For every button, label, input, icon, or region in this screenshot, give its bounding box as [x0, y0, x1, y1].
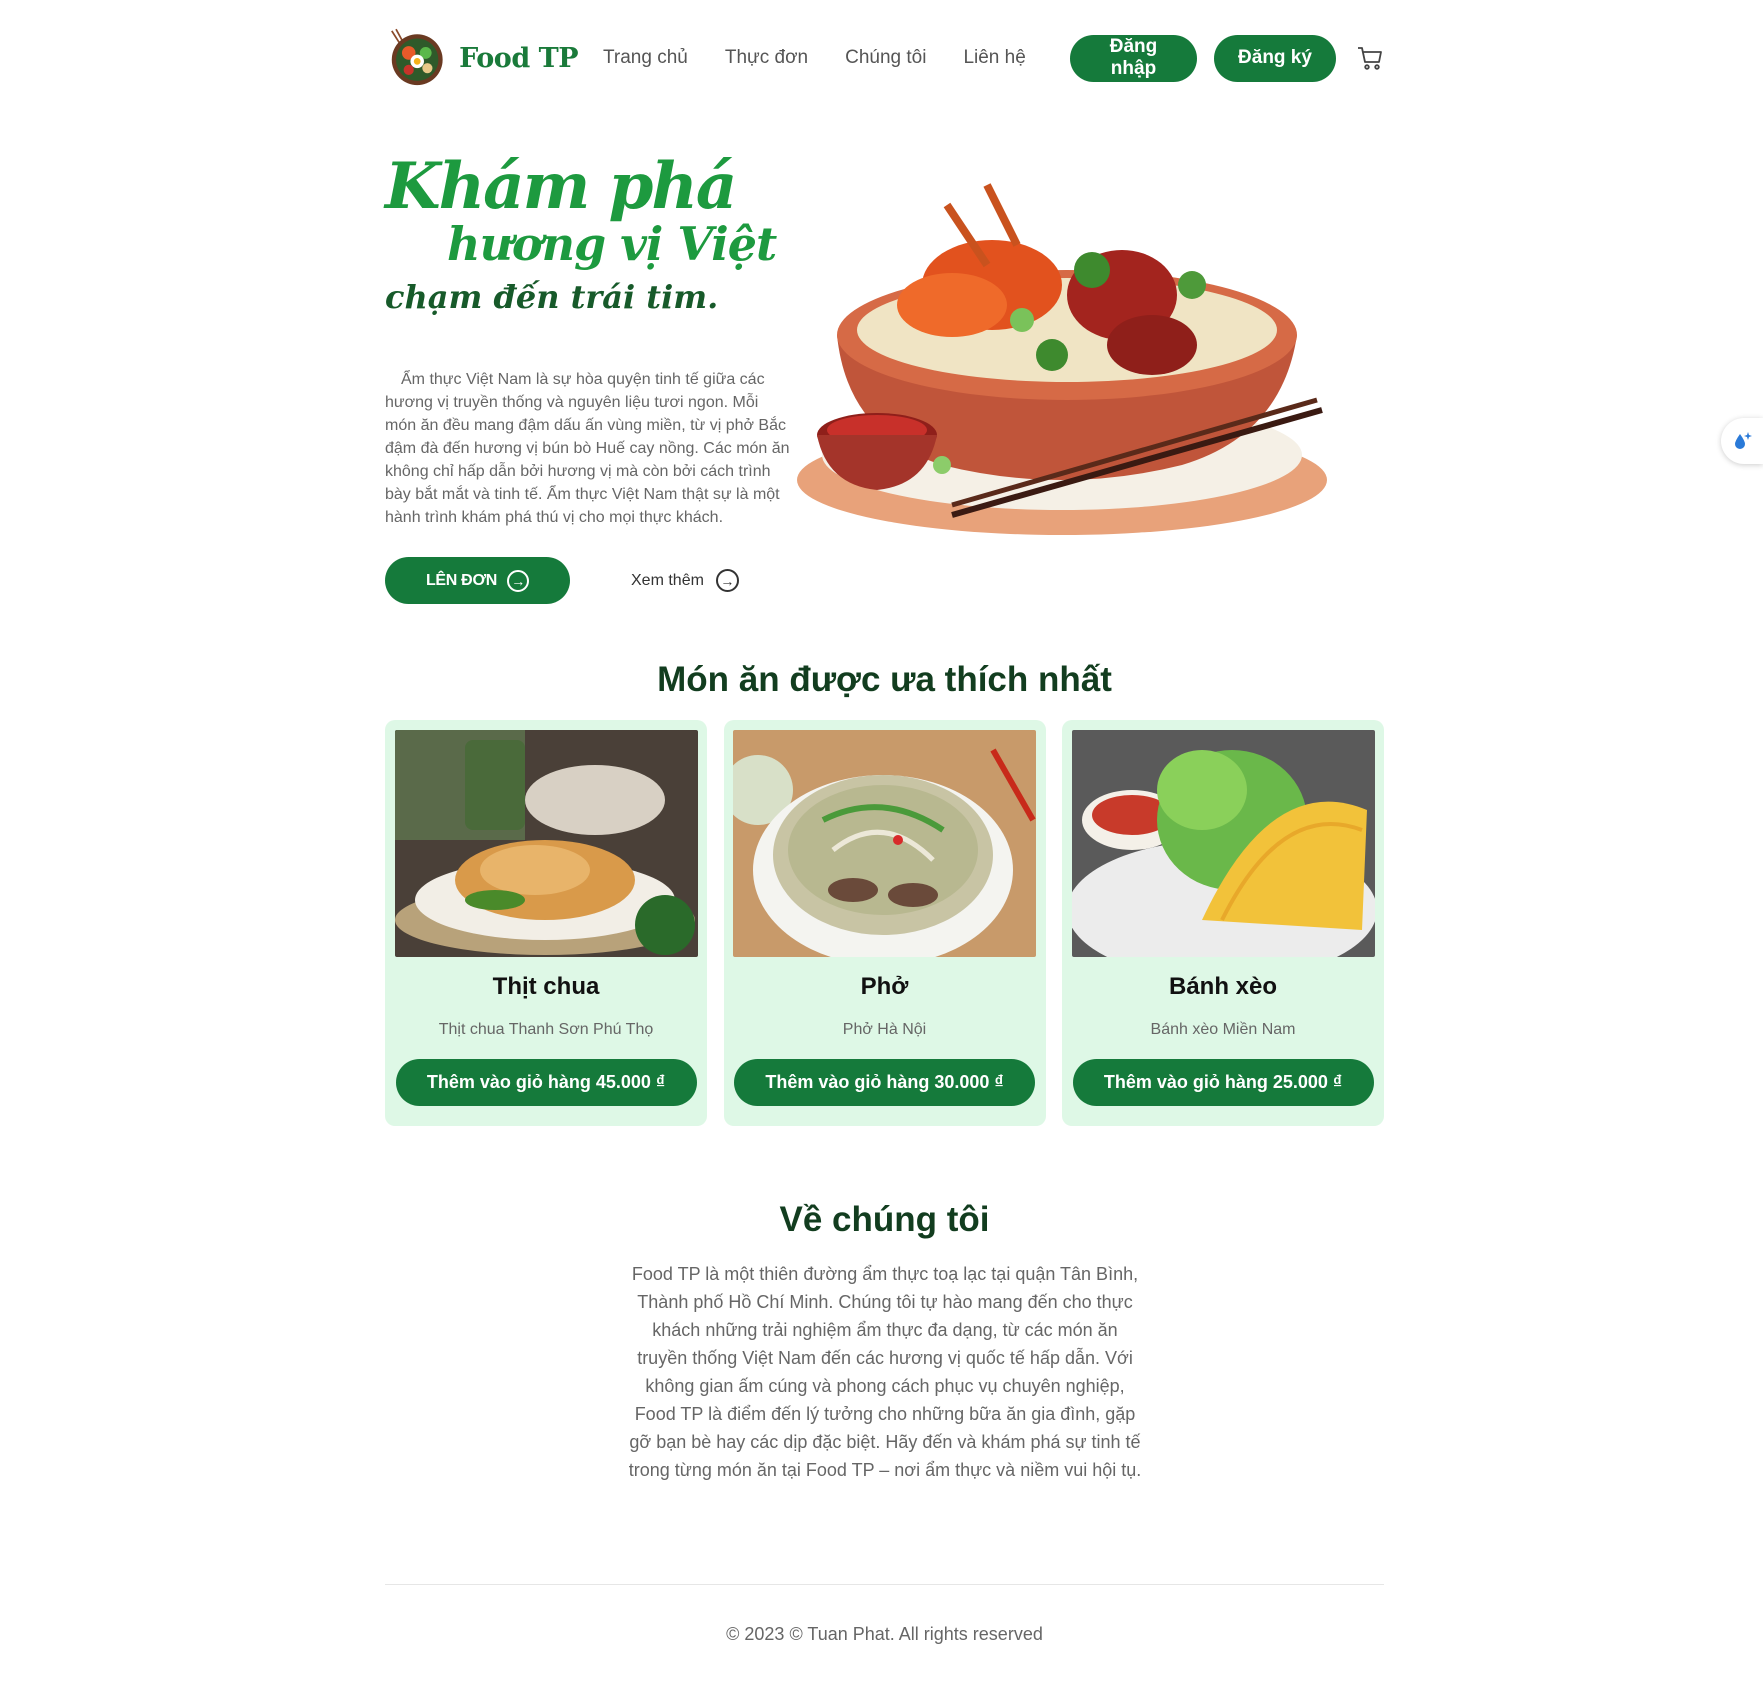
popular-dishes: Thịt chua Thịt chua Thanh Sơn Phú Thọ Th… — [385, 720, 1384, 1126]
dish-card: Bánh xèo Bánh xèo Miền Nam Thêm vào giỏ … — [1062, 720, 1384, 1126]
auth-buttons: Đăng nhập Đăng ký — [1070, 34, 1384, 82]
sparkle-drop-icon — [1735, 432, 1752, 449]
order-button[interactable]: LÊN ĐƠN → — [385, 557, 570, 604]
add-to-cart-label: Thêm vào giỏ hàng — [765, 1072, 930, 1092]
dish-description: Thịt chua Thanh Sơn Phú Thọ — [438, 1021, 654, 1038]
dish-price: 45.000 ₫ — [595, 1072, 666, 1092]
dish-price: 30.000 ₫ — [934, 1072, 1004, 1092]
hero-dish-illustration — [797, 183, 1327, 535]
register-button[interactable]: Đăng ký — [1214, 34, 1336, 82]
dish-image-thit-chua — [394, 730, 698, 957]
about-section-title: Về chúng tôi — [779, 1200, 990, 1239]
see-more-link[interactable]: Xem thêm → — [631, 569, 739, 592]
popular-section-title: Món ăn được ưa thích nhất — [657, 660, 1112, 699]
dish-description: Bánh xèo Miền Nam — [1150, 1021, 1296, 1038]
add-to-cart-button[interactable]: Thêm vào giỏ hàng 45.000 ₫ — [395, 1059, 697, 1106]
hero-description: Ẩm thực Việt Nam là sự hòa quyện tinh tế… — [385, 371, 790, 526]
dish-name: Thịt chua — [492, 973, 600, 1000]
nav-about[interactable]: Chúng tôi — [845, 47, 926, 69]
dish-description: Phở Hà Nội — [842, 1021, 927, 1038]
dish-name: Bánh xèo — [1168, 973, 1278, 1000]
logo[interactable]: Food TP — [385, 22, 578, 94]
brand-name: Food TP — [459, 42, 578, 74]
cart-icon[interactable] — [1356, 44, 1384, 72]
footer-divider — [385, 1584, 1384, 1585]
order-button-label: LÊN ĐƠN — [425, 571, 498, 589]
floating-widget-button[interactable] — [1721, 418, 1763, 464]
dish-card: Thịt chua Thịt chua Thanh Sơn Phú Thọ Th… — [385, 720, 707, 1126]
add-to-cart-label: Thêm vào giỏ hàng — [426, 1072, 591, 1092]
dish-image-pho — [733, 730, 1036, 957]
arrow-right-icon: → — [715, 569, 739, 592]
nav-home[interactable]: Trang chủ — [603, 47, 688, 69]
hero-actions: LÊN ĐƠN → Xem thêm → — [385, 557, 739, 604]
main-nav: Trang chủ Thực đơn Chúng tôi Liên hệ — [603, 47, 1026, 69]
dish-price: 25.000 ₫ — [1272, 1072, 1343, 1092]
add-to-cart-button[interactable]: Thêm vào giỏ hàng 25.000 ₫ — [1072, 1059, 1374, 1106]
arrow-right-icon: → — [507, 569, 530, 592]
dish-card: Phở Phở Hà Nội Thêm vào giỏ hàng 30.000 … — [723, 720, 1046, 1126]
dish-name: Phở — [860, 973, 909, 1000]
food-bowl-logo-icon — [391, 28, 443, 86]
add-to-cart-button[interactable]: Thêm vào giỏ hàng 30.000 ₫ — [734, 1059, 1035, 1106]
login-button[interactable]: Đăng nhập — [1070, 34, 1197, 82]
about-text: Food TP là một thiên đường ẩm thực toạ l… — [628, 1264, 1142, 1480]
site-header: Food TP Trang chủ Thực đơn Chúng tôi Liê… — [385, 18, 1384, 98]
see-more-label: Xem thêm — [631, 571, 704, 589]
dish-image-banh-xeo — [1071, 730, 1375, 957]
nav-menu[interactable]: Thực đơn — [725, 47, 808, 69]
hero-section: Khám phá hương vị Việt chạm đến trái tim… — [385, 155, 1384, 615]
add-to-cart-label: Thêm vào giỏ hàng — [1103, 1072, 1268, 1092]
nav-contact[interactable]: Liên hệ — [963, 47, 1025, 69]
footer-copyright: © 2023 © Tuan Phat. All rights reserved — [726, 1624, 1043, 1644]
